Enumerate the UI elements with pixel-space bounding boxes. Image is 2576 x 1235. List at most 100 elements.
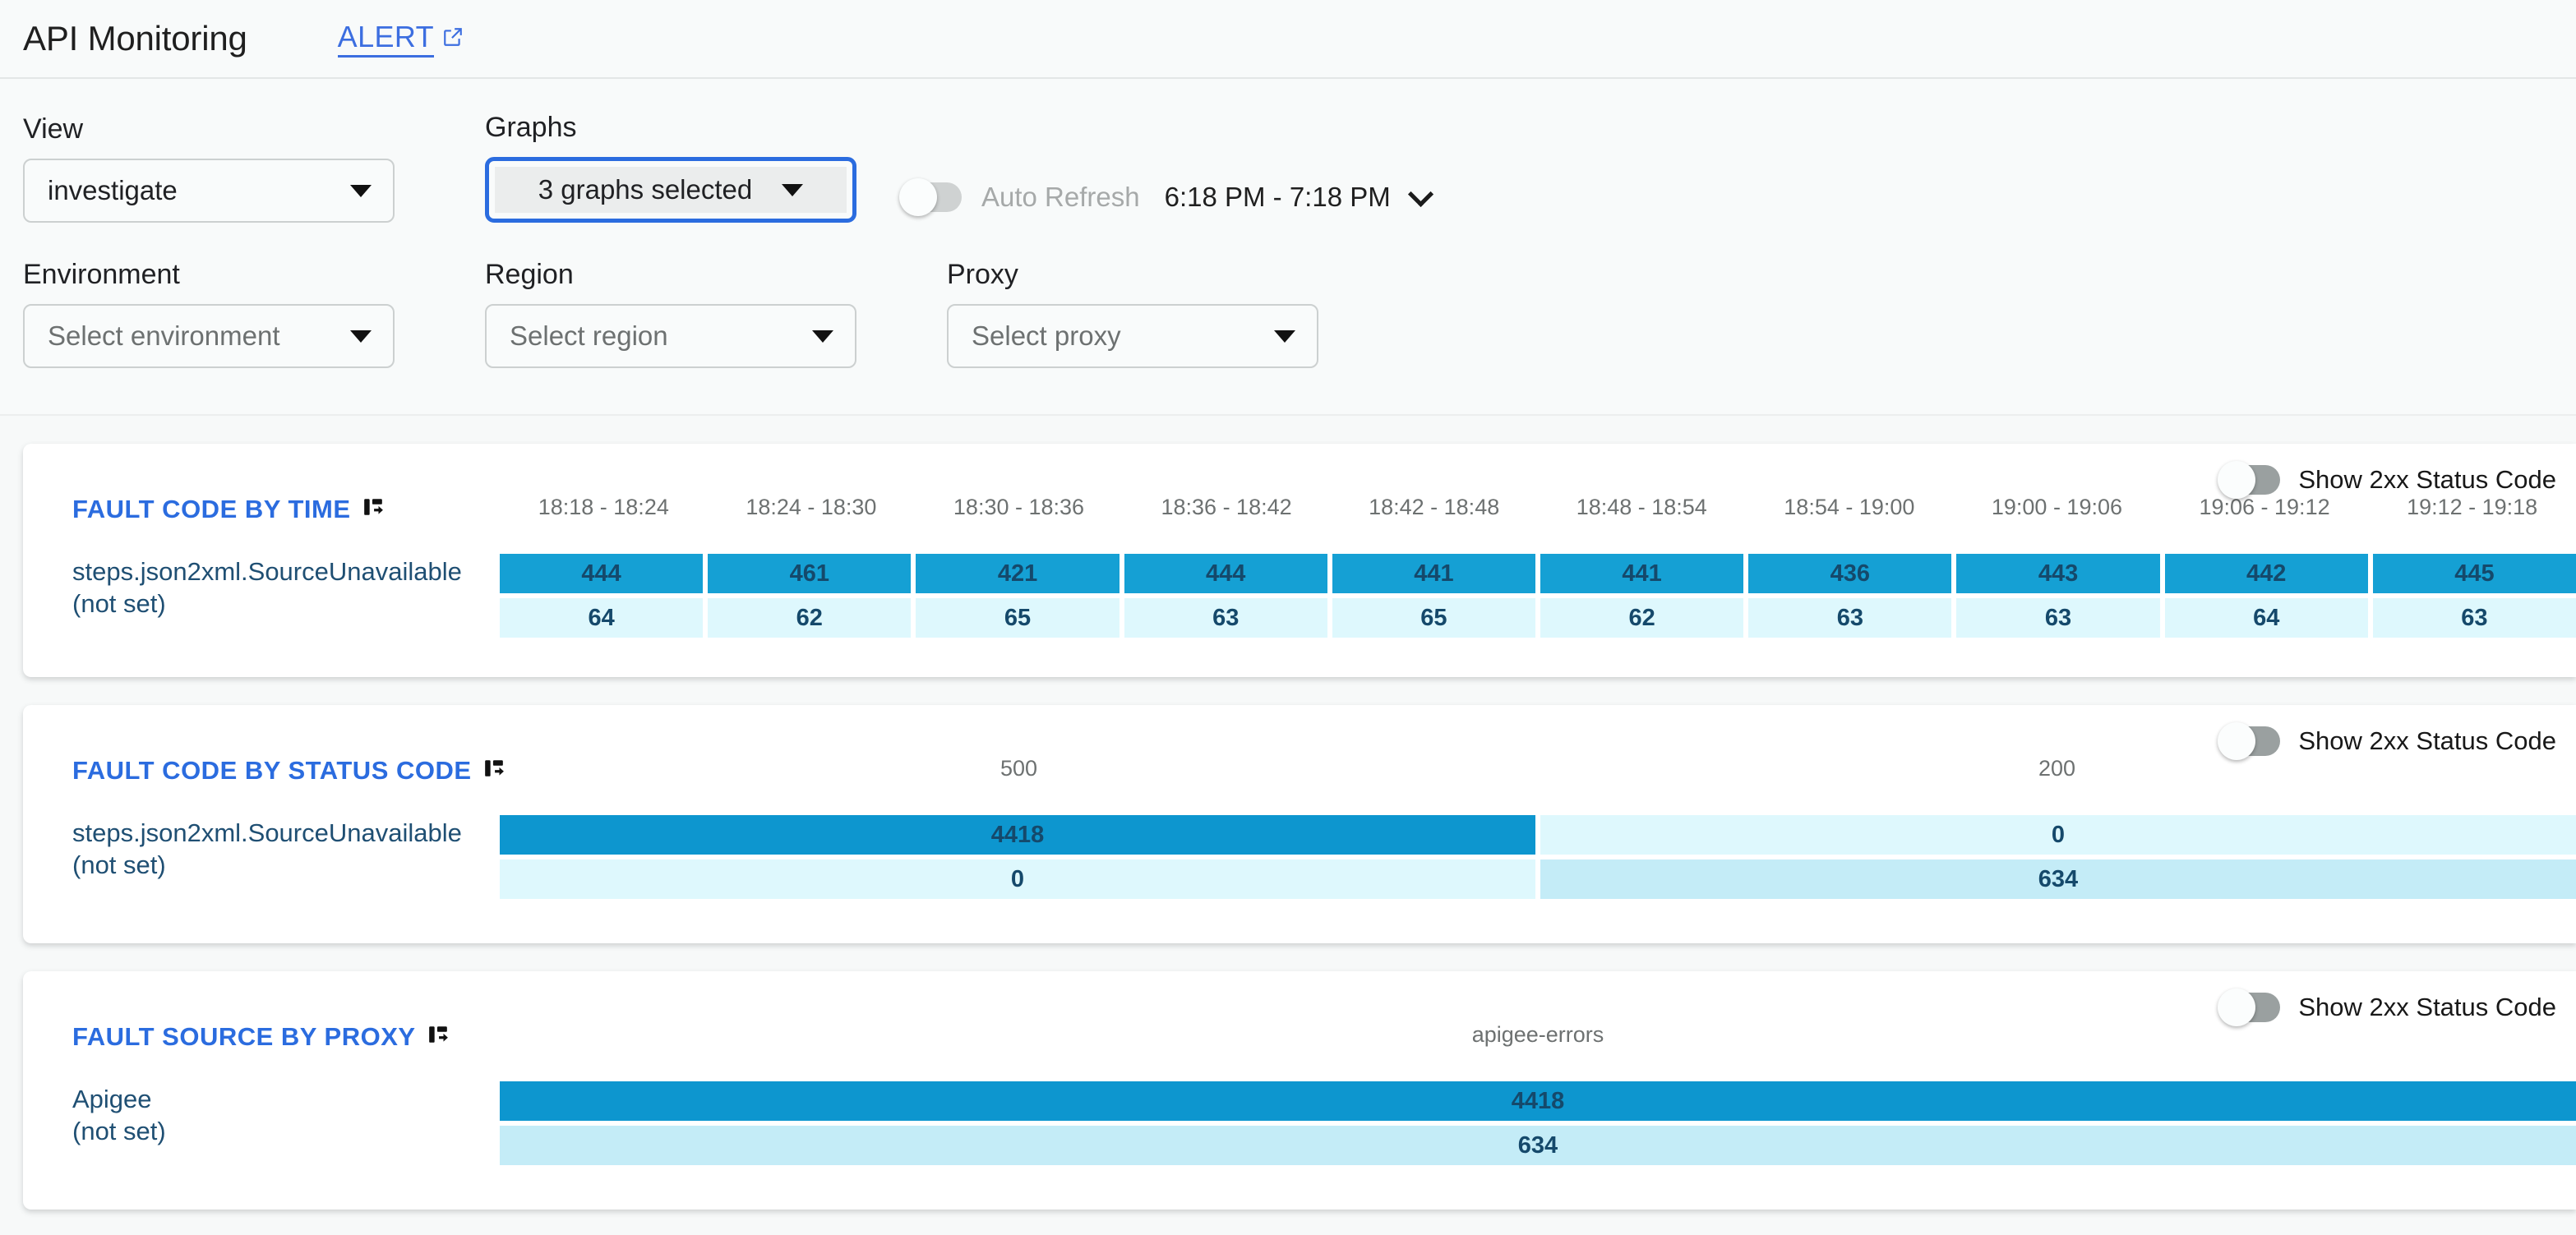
heatmap-cell[interactable]: 442: [2164, 554, 2368, 593]
graphs-select-value: 3 graphs selected: [538, 174, 753, 205]
auto-refresh-block: Auto Refresh 6:18 PM - 7:18 PM: [899, 178, 1433, 223]
chart-title-link[interactable]: FAULT CODE BY TIME: [72, 495, 500, 524]
heatmap-row: 4418: [500, 1081, 2576, 1121]
heatmap-cell[interactable]: 62: [708, 598, 912, 638]
heatmap-cell[interactable]: 444: [500, 554, 704, 593]
column-header: 19:12 - 19:18: [2407, 495, 2538, 519]
proxy-select-placeholder: Select proxy: [972, 320, 1121, 351]
heatmap-cell[interactable]: 65: [1332, 598, 1536, 638]
heatmap-row: 634: [500, 1126, 2576, 1165]
column-header: 18:18 - 18:24: [538, 495, 669, 519]
card-toolbar: Show 2xx Status Code: [23, 971, 2576, 1026]
chart-grid: FAULT SOURCE BY PROXY Apigee (not set) api…: [23, 1022, 2576, 1210]
heatmap-cell[interactable]: 63: [1124, 598, 1327, 638]
heatmap-cell[interactable]: 444: [1124, 554, 1327, 593]
region-label: Region: [485, 259, 574, 290]
toggle-knob: [2218, 988, 2256, 1026]
series-label: Apigee: [72, 1085, 152, 1113]
chart-grid: FAULT CODE BY STATUS CODE steps.json2xml…: [23, 756, 2576, 943]
chart-label-column: FAULT CODE BY TIME steps.json2xml.Source…: [23, 495, 500, 620]
alert-link-label: ALERT: [337, 20, 435, 58]
heatmap-cell[interactable]: 64: [2164, 598, 2368, 638]
series-label: steps.json2xml.SourceUnavailable: [72, 557, 462, 586]
column-header: 19:06 - 19:12: [2199, 495, 2330, 519]
heatmap-cell[interactable]: 4418: [500, 815, 1535, 855]
heatmap-cell[interactable]: 441: [1332, 554, 1536, 593]
card-toolbar: Show 2xx Status Code: [23, 705, 2576, 760]
heatmap-cell[interactable]: 461: [708, 554, 912, 593]
graphs-multiselect[interactable]: 3 graphs selected: [485, 157, 856, 223]
heatmap-cell[interactable]: 63: [2372, 598, 2576, 638]
chevron-down-icon: [1274, 329, 1295, 343]
chart-card: Show 2xx Status Code FAULT CODE BY TIME …: [23, 444, 2576, 677]
heatmap-body: 4418 0 0 634: [500, 815, 2576, 899]
environment-field: Environment Select environment: [23, 259, 395, 368]
series-label-list: steps.json2xml.SourceUnavailable (not set…: [72, 555, 500, 620]
view-label: View: [23, 113, 84, 145]
heatmap-cell[interactable]: 421: [916, 554, 1119, 593]
chart-title-text: FAULT SOURCE BY PROXY: [72, 1022, 416, 1051]
show-2xx-toggle-group[interactable]: Show 2xx Status Code: [2218, 461, 2556, 499]
heatmap-cell[interactable]: 4418: [500, 1081, 2576, 1121]
heatmap-cell[interactable]: 634: [500, 1126, 2576, 1165]
chevron-down-icon: [350, 329, 372, 343]
column-header: 18:42 - 18:48: [1369, 495, 1500, 519]
column-header: 18:54 - 19:00: [1784, 495, 1915, 519]
column-header-row: 500 200: [500, 756, 2576, 787]
filter-panel: View investigate Graphs 3 graphs selecte…: [0, 79, 2576, 416]
series-label: (not set): [72, 850, 166, 880]
show-2xx-toggle-group[interactable]: Show 2xx Status Code: [2218, 988, 2556, 1026]
proxy-select[interactable]: Select proxy: [947, 304, 1318, 368]
time-range-picker[interactable]: 6:18 PM - 7:18 PM: [1164, 181, 1433, 213]
view-field: View investigate: [23, 113, 395, 223]
chart-title-link[interactable]: FAULT CODE BY STATUS CODE: [72, 756, 504, 786]
environment-select[interactable]: Select environment: [23, 304, 395, 368]
view-select[interactable]: investigate: [23, 159, 395, 223]
heatmap-cell[interactable]: 63: [1956, 598, 2160, 638]
show-2xx-toggle-group[interactable]: Show 2xx Status Code: [2218, 722, 2556, 760]
heatmap-cell[interactable]: 63: [1748, 598, 1952, 638]
series-label: steps.json2xml.SourceUnavailable: [72, 818, 462, 847]
heatmap-cell[interactable]: 445: [2372, 554, 2576, 593]
chart-title-link[interactable]: FAULT SOURCE BY PROXY: [72, 1022, 500, 1052]
region-select-placeholder: Select region: [510, 320, 668, 351]
heatmap-cell[interactable]: 65: [916, 598, 1119, 638]
heatmap-cell[interactable]: 441: [1540, 554, 1744, 593]
pivot-swap-icon[interactable]: [362, 495, 384, 524]
heatmap-row: 444 461 421 444 441 441 436 443 442 445: [500, 554, 2576, 593]
series-label-list: Apigee (not set): [72, 1083, 500, 1147]
show-2xx-toggle[interactable]: [2218, 988, 2281, 1026]
column-header: 200: [2038, 756, 2076, 781]
heatmap-cell[interactable]: 0: [1540, 815, 2576, 855]
column-header: 18:24 - 18:30: [746, 495, 877, 519]
heatmap-cell[interactable]: 0: [500, 859, 1535, 899]
show-2xx-toggle[interactable]: [2218, 722, 2281, 760]
series-label-list: steps.json2xml.SourceUnavailable (not set…: [72, 817, 500, 881]
chart-label-column: FAULT SOURCE BY PROXY Apigee (not set): [23, 1022, 500, 1147]
environment-select-placeholder: Select environment: [48, 320, 280, 351]
heatmap-cell[interactable]: 62: [1540, 598, 1744, 638]
graphs-label: Graphs: [485, 112, 577, 143]
series-label: (not set): [72, 589, 166, 619]
chart-card: Show 2xx Status Code FAULT SOURCE BY PRO…: [23, 971, 2576, 1210]
heatmap-cell[interactable]: 634: [1540, 859, 2576, 899]
time-range-value: 6:18 PM - 7:18 PM: [1164, 182, 1391, 212]
page-title: API Monitoring: [23, 19, 247, 58]
region-select[interactable]: Select region: [485, 304, 856, 368]
heatmap-body: 444 461 421 444 441 441 436 443 442 445 64 62 65 63 65…: [500, 554, 2576, 638]
column-header: 18:36 - 18:42: [1161, 495, 1292, 519]
chart-plot: 18:18 - 18:24 18:24 - 18:30 18:30 - 18:36 1…: [500, 495, 2576, 638]
heatmap-cell[interactable]: 443: [1956, 554, 2160, 593]
app-header: API Monitoring ALERT: [0, 0, 2576, 79]
chart-plot: 500 200 4418 0 0 634: [500, 756, 2576, 899]
proxy-field: Proxy Select proxy: [947, 259, 1318, 368]
show-2xx-toggle[interactable]: [2218, 461, 2281, 499]
heatmap-cell[interactable]: 64: [500, 598, 704, 638]
pivot-swap-icon[interactable]: [427, 1022, 449, 1052]
chart-title-text: FAULT CODE BY TIME: [72, 495, 351, 523]
chart-plot: apigee-errors 4418 634: [500, 1022, 2576, 1165]
alert-link[interactable]: ALERT: [337, 20, 464, 58]
chevron-down-icon: [350, 184, 372, 197]
auto-refresh-toggle[interactable]: [899, 178, 962, 216]
heatmap-cell[interactable]: 436: [1748, 554, 1952, 593]
